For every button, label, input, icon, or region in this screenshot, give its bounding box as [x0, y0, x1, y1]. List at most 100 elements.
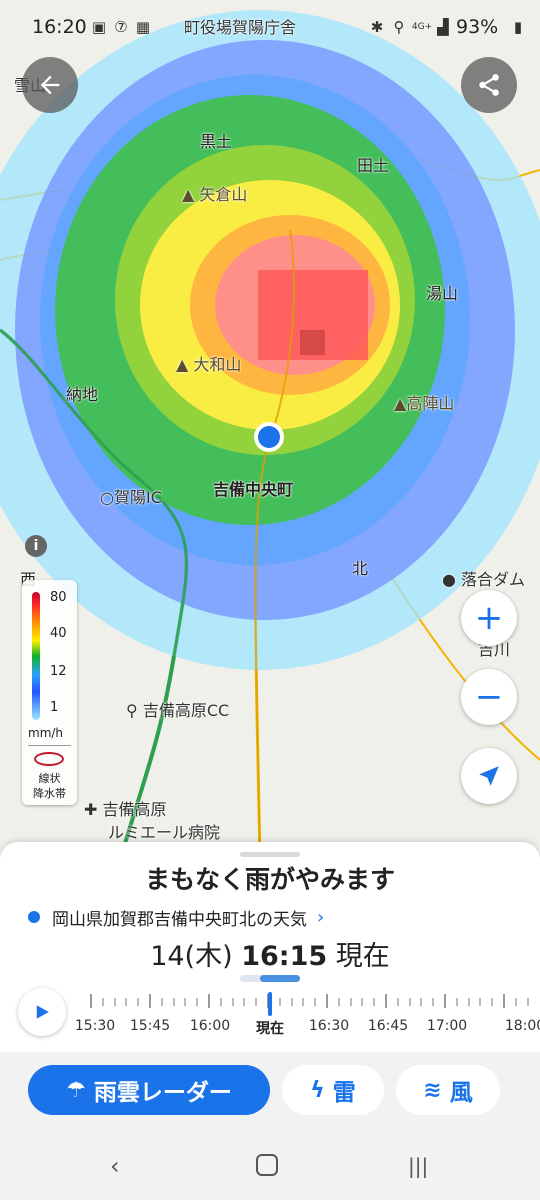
- forecast-sheet[interactable]: まもなく雨がやみます 岡山県加賀郡吉備中央町北の天気 › 14(木) 16:15…: [0, 842, 540, 1052]
- linear-rain-band-icon: [34, 752, 64, 766]
- legend-unit: mm/h: [28, 726, 64, 740]
- status-time: 16:20: [32, 16, 87, 38]
- system-nav-bar: ‹ |||: [0, 1132, 540, 1200]
- timeline-tick: [444, 994, 446, 1008]
- nav-back-icon[interactable]: ‹: [110, 1152, 120, 1180]
- legend-color-bar: [32, 592, 40, 720]
- gallery-icon: ▣: [91, 18, 107, 36]
- timeline-tick: [172, 998, 175, 1006]
- timeline-tick: [503, 994, 505, 1008]
- locate-button[interactable]: [461, 748, 517, 804]
- legend-tick: 1: [50, 700, 59, 715]
- chevron-right-icon: ›: [317, 906, 325, 928]
- battery-icon: ▮: [513, 18, 523, 36]
- zoom-in-button[interactable]: +: [461, 590, 517, 646]
- calendar-icon: ▦: [135, 18, 151, 36]
- legend-divider: [28, 745, 71, 746]
- play-button[interactable]: [18, 988, 66, 1036]
- status-bar: 16:20 ▣ ⑦ ▦ ✱ ⚲ 4G+ ▟ 93% ▮: [0, 0, 540, 60]
- map-label-hospital: ✚ 吉備高原: [84, 800, 167, 819]
- current-time-display: 14(木) 16:15 現在: [0, 934, 540, 973]
- nav-recents-icon[interactable]: |||: [408, 1154, 428, 1178]
- location-dot-icon: [28, 911, 40, 923]
- timeline-tick: [455, 998, 458, 1006]
- tab-rain-radar-label: 雨雲レーダー: [93, 1080, 232, 1106]
- timeline-label: 16:00: [189, 1018, 231, 1034]
- takajinyama-text: 高陣山: [406, 394, 455, 413]
- timeline-label-now: 現在: [256, 1021, 284, 1037]
- timeline-tick: [349, 998, 352, 1006]
- location-link[interactable]: 岡山県加賀郡吉備中央町北の天気 ›: [28, 904, 324, 930]
- mode-tabs: ☂ 雨雲レーダー ϟ 雷 ≋ 風: [0, 1052, 540, 1132]
- timeline-tick: [160, 998, 163, 1006]
- timeline-label: 16:30: [308, 1018, 350, 1034]
- rain-legend: 80 40 12 1 mm/h 線状 降水帯: [22, 580, 77, 805]
- timeline-tick: [526, 998, 529, 1006]
- timeline-tick: [408, 998, 411, 1006]
- yagurayama-text: 矢倉山: [199, 185, 248, 204]
- timeline-label: 15:30: [74, 1018, 116, 1034]
- timeline-tick: [101, 998, 104, 1006]
- zoom-out-button[interactable]: −: [461, 669, 517, 725]
- rain-radar-map[interactable]: 町役場賀陽庁舎 雪山 黒土 田土 ▲ 矢倉山 湯山 ▲ 大和山 納地 ▲高陣山 …: [0, 0, 540, 860]
- map-label-daiwayama: ▲ 大和山: [176, 355, 242, 374]
- tab-thunder-label: 雷: [332, 1080, 356, 1106]
- timeline-tick: [361, 998, 364, 1006]
- map-label-kuroduchi: 黒土: [200, 132, 233, 151]
- timeline-tick: [396, 998, 399, 1006]
- legend-tick: 40: [50, 626, 67, 641]
- date-text: 14(木): [150, 941, 233, 972]
- timeline-tick: [243, 998, 246, 1006]
- location-text: 岡山県加賀郡吉備中央町北の天気: [52, 909, 307, 930]
- hospital-line1: 吉備高原: [102, 800, 167, 819]
- timeline-tick: [278, 998, 281, 1006]
- lightning-icon: ϟ: [310, 1077, 325, 1103]
- battery-percent: 93%: [456, 16, 499, 38]
- kayou-ic-text: 賀陽IC: [113, 488, 162, 507]
- legend-linear-label-2: 降水帯: [33, 787, 66, 800]
- timeline-tick: [125, 998, 128, 1006]
- timeline-label: 16:45: [367, 1018, 409, 1034]
- map-label-yuyama: 湯山: [426, 284, 459, 303]
- timeline-tick: [514, 998, 517, 1006]
- timeline-tick: [302, 998, 305, 1006]
- sheet-drag-handle[interactable]: [240, 852, 300, 857]
- nav-home-icon[interactable]: [256, 1154, 278, 1176]
- tab-rain-radar[interactable]: ☂ 雨雲レーダー: [28, 1065, 270, 1115]
- timeline-tick: [184, 998, 187, 1006]
- timeline-tick: [479, 998, 482, 1006]
- map-label-taduchi: 田土: [357, 156, 390, 175]
- now-suffix: 現在: [335, 941, 390, 972]
- timeline-now-marker[interactable]: [268, 992, 272, 1016]
- bluetooth-icon: ✱: [370, 18, 384, 36]
- legend-tick: 12: [50, 664, 67, 679]
- legend-tick: 80: [50, 590, 67, 605]
- ochiai-dam-text: 落合ダム: [461, 570, 526, 589]
- share-button[interactable]: [461, 57, 517, 113]
- time-text: 16:15: [241, 941, 328, 972]
- timeline-tick: [90, 994, 92, 1008]
- timeline-tick: [208, 994, 210, 1008]
- timeline-tick: [432, 998, 435, 1006]
- tab-wind-label: 風: [449, 1080, 473, 1106]
- tab-thunder[interactable]: ϟ 雷: [282, 1065, 384, 1115]
- seven-eleven-icon: ⑦: [114, 18, 128, 36]
- timeline-tick: [373, 998, 376, 1006]
- back-button[interactable]: [22, 57, 78, 113]
- location-icon: ⚲: [393, 18, 405, 36]
- timeline-tick: [290, 998, 293, 1006]
- legend-linear-label-1: 線状: [38, 772, 61, 785]
- map-label-ochiai-dam: ● 落合ダム: [442, 570, 526, 589]
- map-label-kibi-chuo: 吉備中央町: [213, 480, 294, 499]
- timeline-position-fill: [260, 975, 300, 982]
- map-label-hospital-line2: ルミエール病院: [108, 823, 221, 842]
- tab-wind[interactable]: ≋ 風: [396, 1065, 500, 1115]
- timeline-tick: [420, 998, 423, 1006]
- play-icon: [36, 1005, 49, 1019]
- timeline-slider[interactable]: [90, 992, 540, 1016]
- info-marker-icon[interactable]: i: [25, 535, 47, 557]
- radar-overlay: [0, 10, 540, 860]
- timeline-label: 17:00: [426, 1018, 468, 1034]
- timeline-tick: [314, 998, 317, 1006]
- timeline-tick: [219, 998, 222, 1006]
